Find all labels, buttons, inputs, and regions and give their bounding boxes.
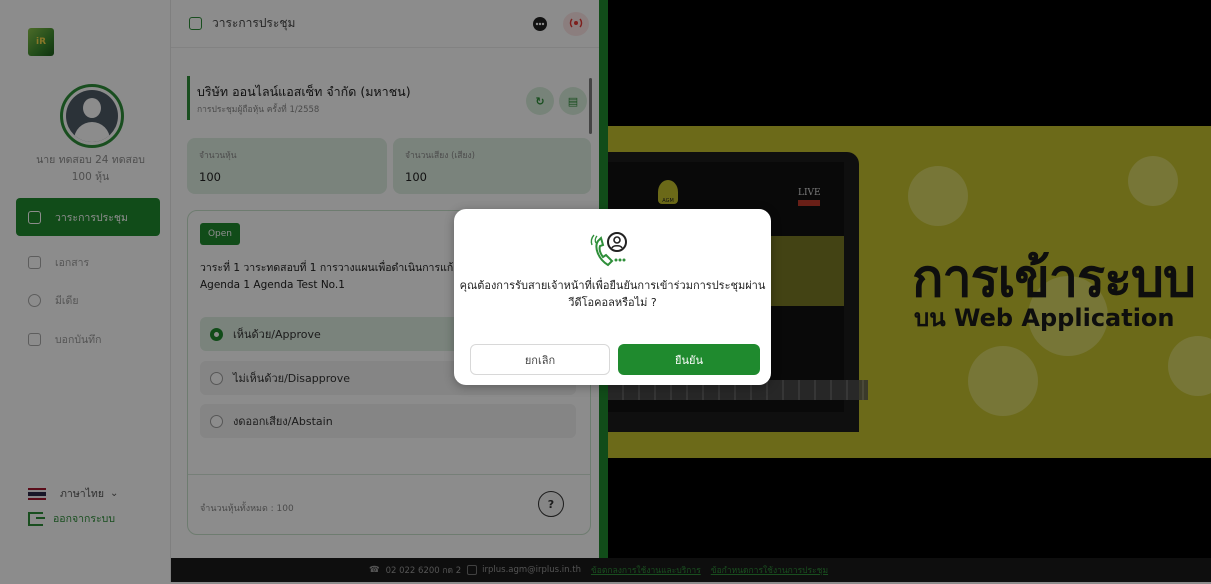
- dialog-message: คุณต้องการรับสายเจ้าหน้าที่เพื่อยืนยันกา…: [454, 277, 771, 311]
- dialog-message-line2: วีดีโอคอลหรือไม่ ?: [568, 296, 657, 309]
- cancel-button[interactable]: ยกเลิก: [470, 344, 610, 375]
- dialog-message-line1: คุณต้องการรับสายเจ้าหน้าที่เพื่อยืนยันกา…: [459, 279, 766, 292]
- video-call-phone-icon: [590, 232, 627, 267]
- video-call-confirm-dialog: คุณต้องการรับสายเจ้าหน้าที่เพื่อยืนยันกา…: [454, 209, 771, 385]
- confirm-button[interactable]: ยืนยัน: [618, 344, 760, 375]
